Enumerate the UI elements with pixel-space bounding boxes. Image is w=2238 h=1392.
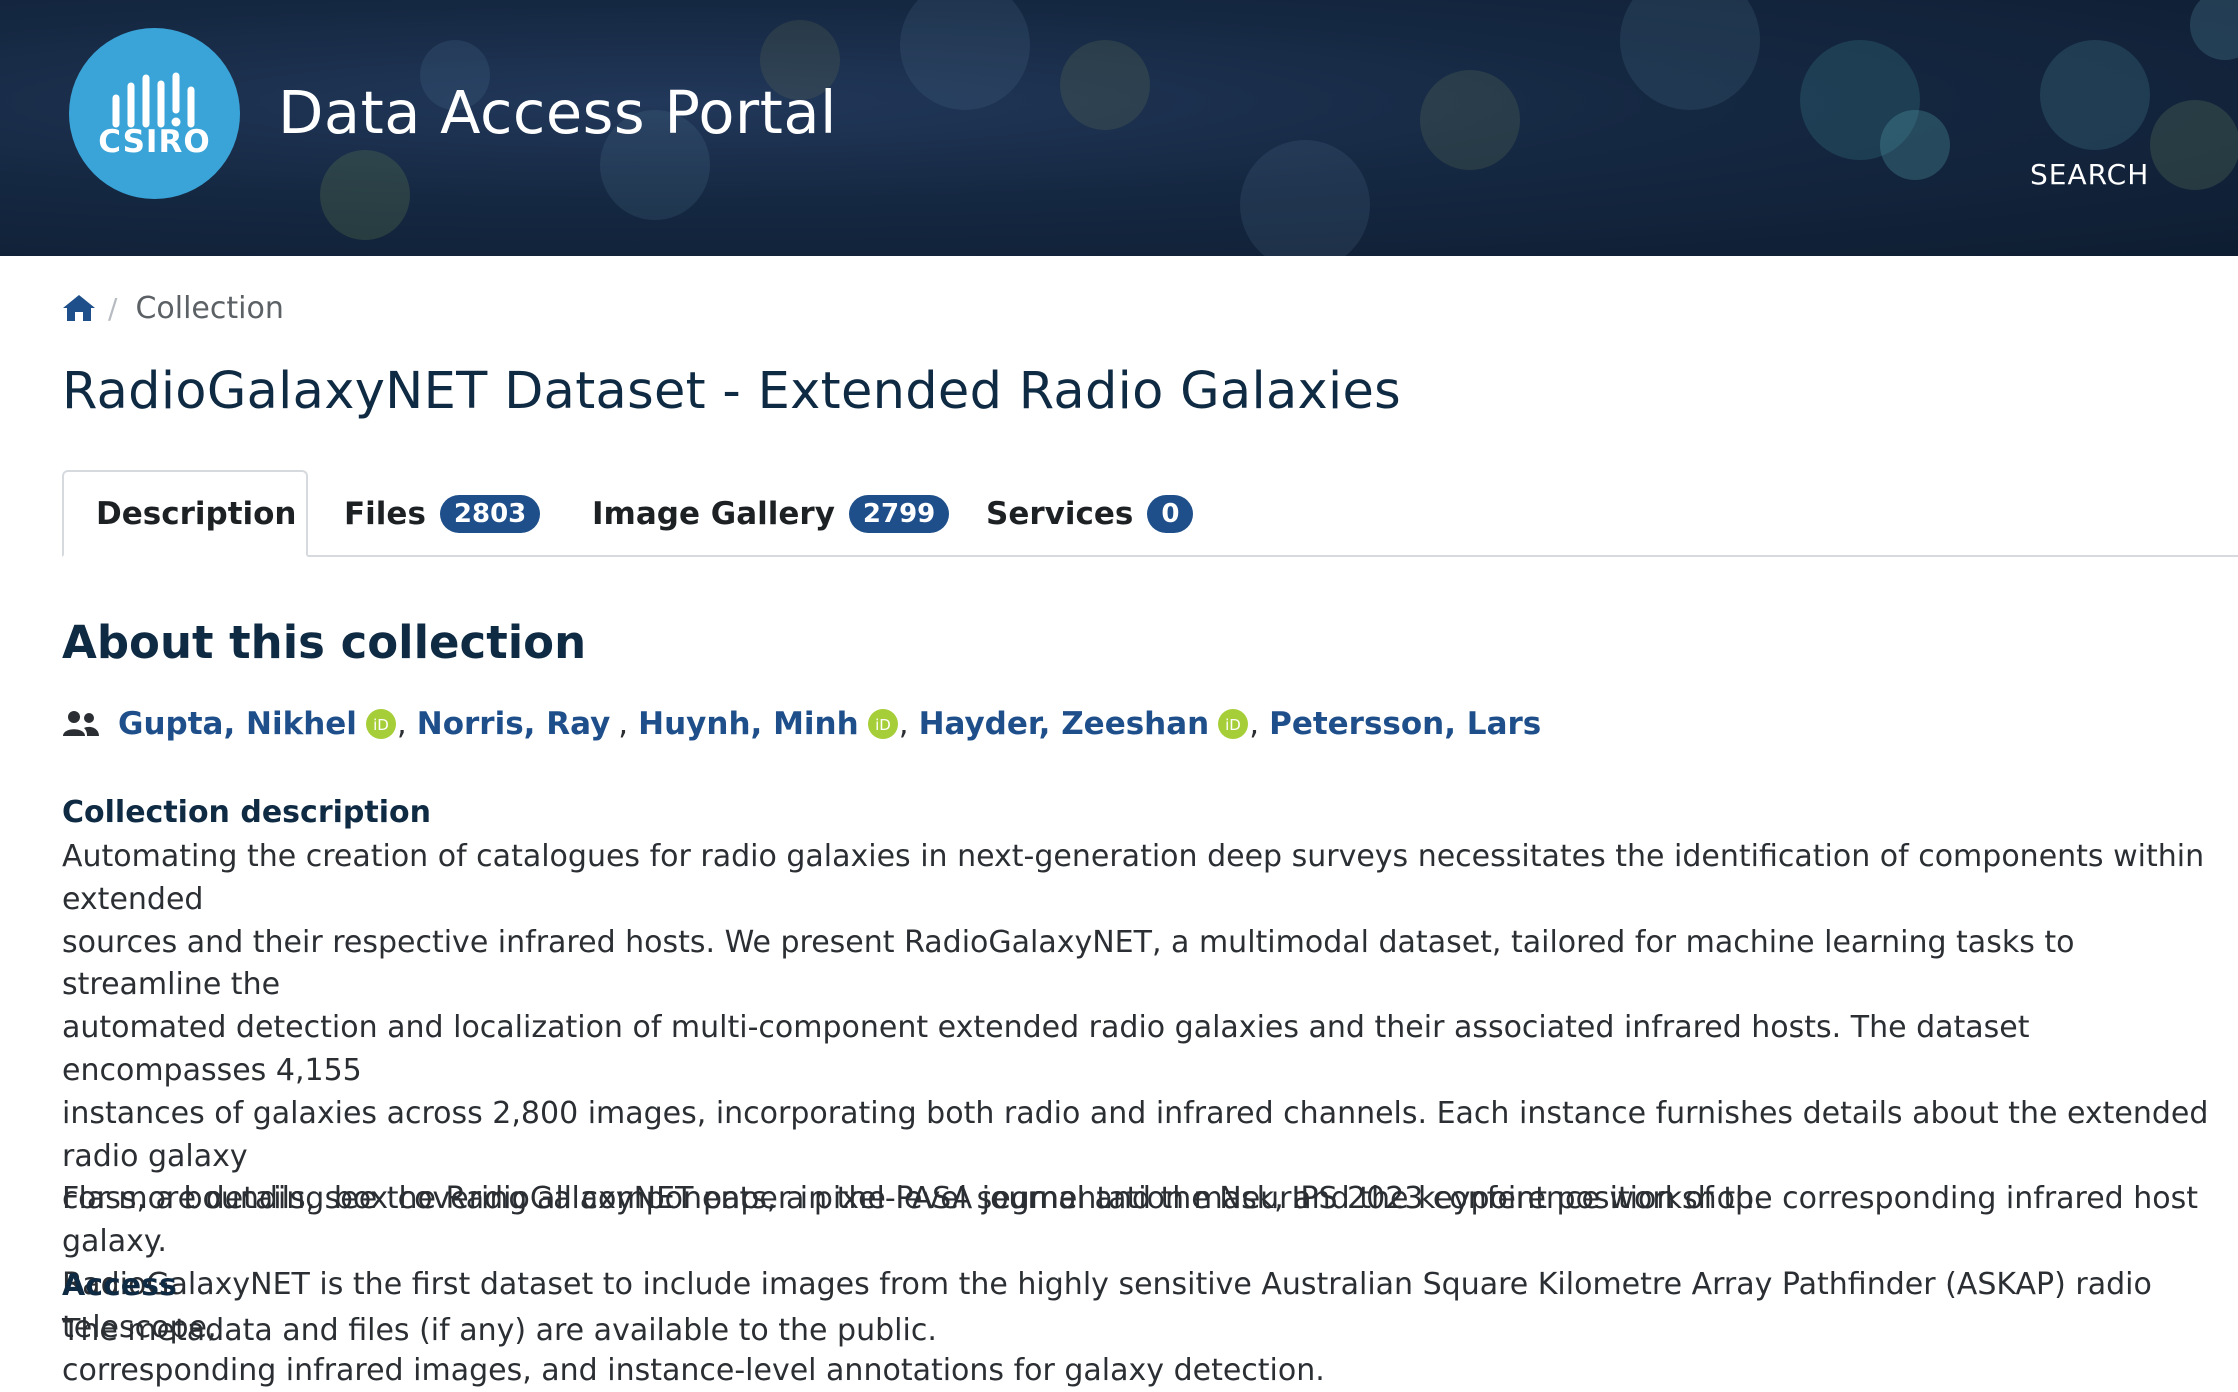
author-list: Gupta, Nikhel iD , Norris, Ray , Huynh, …	[62, 706, 1541, 742]
svg-text:iD: iD	[1225, 716, 1241, 734]
bokeh-light	[1060, 40, 1150, 130]
count-badge: 0	[1147, 494, 1194, 533]
description-line: corresponding infrared images, and insta…	[62, 1352, 1325, 1388]
collection-description: Automating the creation of catalogues fo…	[62, 836, 2222, 1392]
site-header: CSIRO Data Access Portal SEARCH	[0, 0, 2238, 256]
search-link[interactable]: SEARCH	[2030, 158, 2149, 191]
tab-label: Description	[96, 495, 297, 532]
access-text: The metadata and files (if any) are avai…	[62, 1313, 937, 1348]
author-separator: ,	[396, 706, 407, 742]
access-label: Access	[62, 1268, 177, 1303]
bokeh-light	[1880, 110, 1950, 180]
signal-bars-icon	[112, 72, 195, 128]
count-badge: 2803	[439, 494, 541, 533]
tab-label: Image Gallery	[592, 495, 835, 532]
count-badge: 2799	[848, 494, 950, 533]
orcid-icon[interactable]: iD	[365, 708, 397, 740]
author-link[interactable]: Huynh, Minh	[638, 706, 859, 742]
bokeh-light	[2190, 0, 2238, 60]
author-link[interactable]: Gupta, Nikhel	[118, 706, 357, 742]
tab-description[interactable]: Description	[62, 470, 308, 557]
breadcrumb-separator: /	[108, 291, 118, 325]
tab-label: Files	[344, 495, 426, 532]
bokeh-light	[900, 0, 1030, 110]
orcid-icon[interactable]: iD	[867, 708, 899, 740]
home-icon[interactable]	[62, 293, 96, 323]
author-link[interactable]: Petersson, Lars	[1269, 706, 1541, 742]
description-label: Collection description	[62, 795, 431, 830]
tab-label: Services	[986, 495, 1134, 532]
bokeh-light	[320, 150, 410, 240]
orcid-icon[interactable]: iD	[1217, 708, 1249, 740]
bokeh-light	[1620, 0, 1760, 110]
users-icon	[63, 711, 99, 736]
tab-files[interactable]: Files 2803	[344, 470, 541, 557]
description-line: sources and their respective infrared ho…	[62, 924, 2075, 1003]
description-line: automated detection and localization of …	[62, 1010, 2030, 1088]
bokeh-light	[2040, 40, 2150, 150]
author-separator: ,	[618, 706, 629, 742]
breadcrumb: / Collection	[62, 290, 284, 326]
author-link[interactable]: Hayder, Zeeshan	[919, 706, 1210, 742]
tab-image-gallery[interactable]: Image Gallery 2799	[592, 470, 950, 557]
breadcrumb-current: Collection	[135, 290, 284, 326]
bokeh-light	[1420, 70, 1520, 170]
svg-text:iD: iD	[875, 716, 891, 734]
author-separator: ,	[1249, 706, 1260, 742]
author-link[interactable]: Norris, Ray	[417, 706, 611, 742]
logo-text: CSIRO	[98, 124, 211, 160]
author-separator: ,	[898, 706, 909, 742]
csiro-logo[interactable]: CSIRO	[69, 28, 240, 199]
bokeh-light	[2150, 100, 2238, 190]
more-details-text: For more details, see the RadioGalaxyNET…	[62, 1181, 1764, 1216]
section-title: About this collection	[62, 616, 587, 669]
svg-text:iD: iD	[373, 716, 389, 734]
bokeh-light	[1240, 140, 1370, 256]
description-line: instances of galaxies across 2,800 image…	[62, 1095, 2209, 1174]
description-line: Automating the creation of catalogues fo…	[62, 839, 2205, 917]
tab-services[interactable]: Services 0	[986, 470, 1194, 557]
app-title[interactable]: Data Access Portal	[278, 78, 837, 147]
page-title: RadioGalaxyNET Dataset - Extended Radio …	[62, 362, 1402, 421]
